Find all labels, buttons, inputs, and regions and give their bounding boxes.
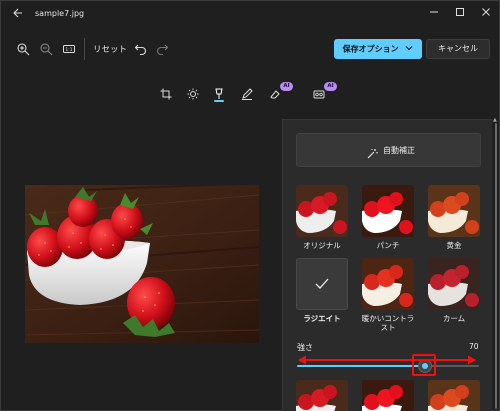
filter-label-golden: 黄金	[446, 241, 462, 250]
filter-thumb-next-3[interactable]	[428, 380, 480, 411]
filter-thumb-golden[interactable]	[428, 185, 480, 237]
filter-thumb-radiate-selected[interactable]	[296, 258, 348, 310]
filter-label-warm-contrast: 暖かいコントラスト	[361, 314, 415, 332]
panel-scrollbar[interactable]	[495, 123, 497, 409]
filter-thumb-calm[interactable]	[428, 258, 480, 310]
close-icon[interactable]	[477, 7, 495, 23]
strength-slider-track[interactable]	[297, 365, 479, 367]
zoom-out-icon[interactable]	[39, 41, 57, 57]
window-title: sample7.jpg	[35, 9, 85, 18]
markup-pen-icon[interactable]	[241, 85, 255, 100]
svg-text:1:1: 1:1	[65, 47, 72, 53]
toolbar-divider	[84, 38, 85, 60]
filter-label-calm: カーム	[442, 314, 466, 323]
filter-thumb-next-2[interactable]	[362, 380, 414, 411]
chevron-down-icon	[405, 39, 413, 59]
reset-button[interactable]: リセット	[93, 43, 127, 55]
save-options-button[interactable]: 保存オプション	[334, 39, 422, 59]
strength-value: 70	[469, 342, 479, 351]
strength-label: 強さ	[297, 343, 313, 352]
filter-thumb-warm-contrast[interactable]	[362, 258, 414, 310]
filter-label-punch: パンチ	[376, 241, 400, 250]
redo-icon[interactable]	[155, 41, 173, 57]
magic-wand-icon	[367, 144, 378, 159]
adjust-brightness-icon[interactable]	[187, 85, 201, 100]
filter-label-radiate: ラジエイト	[303, 314, 341, 323]
active-tool-indicator	[214, 100, 224, 102]
cancel-button[interactable]: キャンセル	[426, 39, 490, 59]
actual-size-icon[interactable]: 1:1	[62, 41, 80, 57]
photo-preview	[25, 185, 259, 343]
checkmark-icon	[315, 278, 329, 289]
save-options-label: 保存オプション	[342, 44, 399, 54]
photos-editor-window: sample7.jpg 1:1 リセット 保存オプション キャンセル AI AI…	[0, 0, 500, 411]
filter-thumb-next-1[interactable]	[296, 380, 348, 411]
annotation-double-arrow-icon	[298, 355, 476, 365]
strength-slider-fill	[297, 365, 425, 367]
filter-thumb-punch[interactable]	[362, 185, 414, 237]
auto-enhance-label: 自動補正	[383, 146, 415, 155]
maximize-icon[interactable]	[451, 7, 469, 23]
filter-thumb-original[interactable]	[296, 185, 348, 237]
crop-icon[interactable]	[160, 85, 174, 100]
ai-badge: AI	[324, 82, 337, 91]
minimize-icon[interactable]	[425, 7, 443, 23]
back-arrow-icon[interactable]	[9, 7, 25, 23]
filter-label-original: オリジナル	[303, 241, 341, 250]
filter-icon[interactable]	[213, 85, 227, 99]
undo-icon[interactable]	[134, 41, 152, 57]
zoom-in-icon[interactable]	[16, 41, 34, 57]
ai-badge: AI	[280, 82, 293, 91]
title-bar: sample7.jpg	[1, 1, 499, 31]
